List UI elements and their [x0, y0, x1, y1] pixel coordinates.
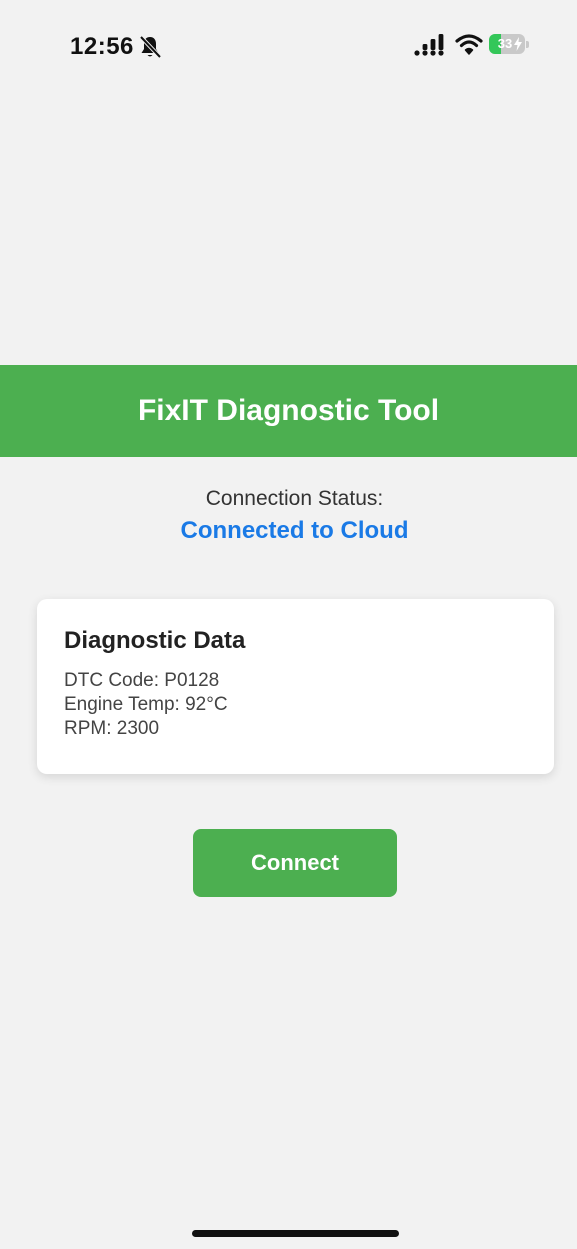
battery-cap — [526, 41, 529, 48]
connect-button[interactable]: Connect — [193, 829, 397, 897]
rpm-line: RPM: 2300 — [64, 718, 160, 739]
engine-temp-line: Engine Temp: 92°C — [64, 694, 228, 715]
battery-indicator: 33 — [489, 34, 529, 54]
battery-body: 33 — [489, 34, 525, 54]
dtc-code-line: DTC Code: P0128 — [64, 670, 220, 691]
wifi-icon — [455, 34, 483, 55]
cellular-signal-icon — [414, 34, 444, 56]
connection-status: Connection Status: Connected to Cloud — [0, 484, 577, 548]
connection-status-value: Connected to Cloud — [180, 517, 409, 544]
charging-bolt-icon — [514, 37, 522, 51]
app-header: FixIT Diagnostic Tool — [0, 365, 577, 457]
card-title: Diagnostic Data — [64, 627, 246, 654]
home-indicator[interactable] — [192, 1230, 399, 1237]
bell-slash-icon — [139, 35, 162, 59]
app-title: FixIT Diagnostic Tool — [137, 394, 440, 427]
status-time: 12:56 — [70, 33, 134, 60]
status-bar: 12:56 33 — [0, 0, 577, 95]
diagnostic-data-card: Diagnostic Data DTC Code: P0128 Engine T… — [37, 599, 554, 774]
connection-status-label: Connection Status: — [205, 487, 384, 510]
